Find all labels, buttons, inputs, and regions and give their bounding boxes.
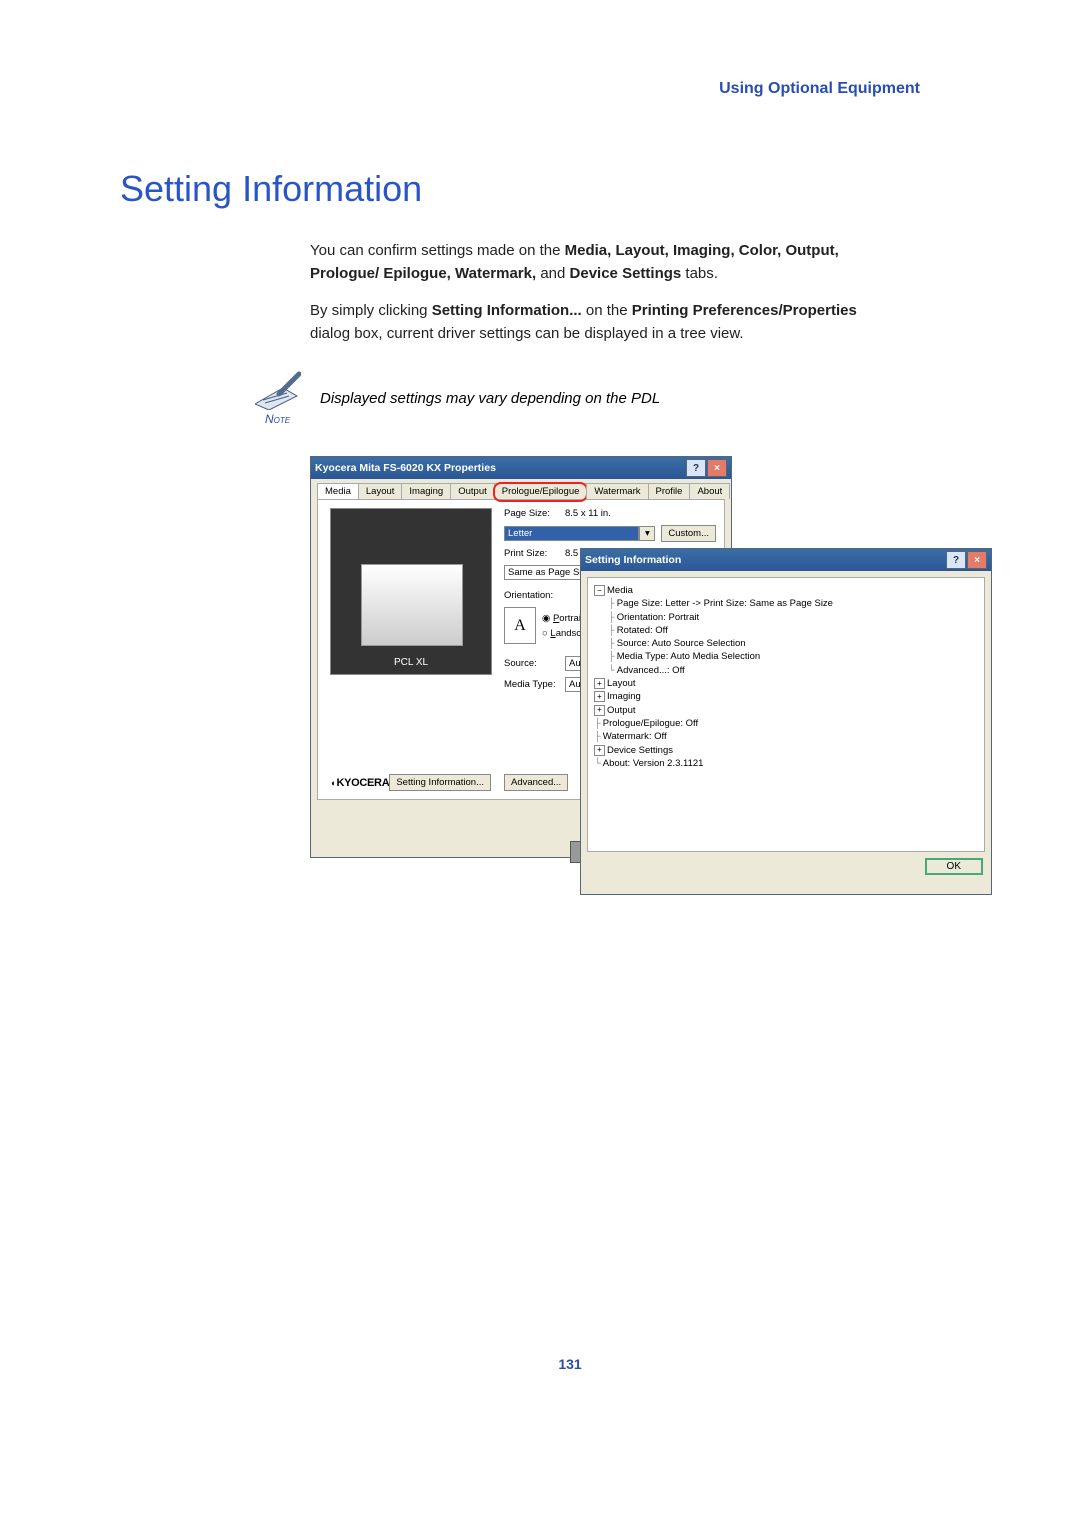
note-icon: [255, 370, 301, 410]
tree-view: −Media ├Page Size: Letter -> Print Size:…: [587, 577, 985, 852]
close-icon[interactable]: ×: [707, 459, 727, 477]
bold: Device Settings: [570, 265, 682, 282]
help-icon[interactable]: ?: [946, 551, 966, 569]
tree-leaf: Page Size: Letter -> Print Size: Same as…: [617, 597, 833, 610]
dropdown-arrow-icon[interactable]: ▾: [639, 526, 655, 541]
tab-layout[interactable]: Layout: [358, 483, 403, 499]
page-size-label: Page Size:: [504, 508, 559, 519]
paragraph-2: By simply clicking Setting Information..…: [310, 300, 900, 345]
tree-leaf: Source: Auto Source Selection: [617, 637, 746, 650]
tree-node-layout[interactable]: Layout: [607, 677, 636, 690]
tree-node-imaging[interactable]: Imaging: [607, 690, 641, 703]
pcl-label: PCL XL: [331, 657, 491, 668]
tree-leaf: Orientation: Portrait: [617, 611, 699, 624]
dialog-title: Setting Information: [585, 554, 681, 566]
page-title: Setting Information: [120, 168, 960, 210]
tree-node-media[interactable]: Media: [607, 584, 633, 597]
setting-information-button[interactable]: Setting Information...: [389, 774, 491, 791]
bold: Setting Information...: [432, 302, 582, 319]
tree-node-output[interactable]: Output: [607, 704, 636, 717]
text: on the: [586, 302, 632, 319]
tree-leaf: Advanced...: Off: [617, 664, 685, 677]
tab-watermark[interactable]: Watermark: [586, 483, 648, 499]
help-icon[interactable]: ?: [686, 459, 706, 477]
text: dialog box, current driver settings can …: [310, 325, 744, 342]
media-type-label: Media Type:: [504, 679, 559, 690]
tab-prologue[interactable]: Prologue/Epilogue: [494, 483, 588, 499]
close-icon[interactable]: ×: [967, 551, 987, 569]
tab-output[interactable]: Output: [450, 483, 495, 499]
page-number: 131: [180, 1356, 960, 1372]
tree-leaf: Watermark: Off: [603, 730, 667, 743]
page-size-dim: 8.5 x 11 in.: [565, 508, 620, 519]
expand-icon[interactable]: +: [594, 678, 605, 689]
tab-media[interactable]: Media: [317, 483, 359, 499]
brand-logo: ◐KYOCERA: [331, 777, 389, 789]
section-header: Using Optional Equipment: [180, 80, 920, 98]
tab-profile[interactable]: Profile: [648, 483, 691, 499]
text: and: [540, 265, 569, 282]
text: tabs.: [685, 265, 718, 282]
tab-about[interactable]: About: [689, 483, 730, 499]
ok-button[interactable]: OK: [925, 858, 983, 875]
paragraph-1: You can confirm settings made on the Med…: [310, 240, 900, 285]
expand-icon[interactable]: +: [594, 705, 605, 716]
advanced-button[interactable]: Advanced...: [504, 774, 568, 791]
collapse-icon[interactable]: −: [594, 585, 605, 596]
printer-preview: PCL XL: [330, 508, 492, 675]
page-size-dropdown[interactable]: Letter: [504, 526, 639, 541]
tab-imaging[interactable]: Imaging: [401, 483, 451, 499]
orientation-preview: A: [504, 607, 536, 644]
print-size-label: Print Size:: [504, 548, 559, 559]
source-label: Source:: [504, 658, 559, 669]
note-label: Note: [265, 412, 290, 426]
dialog-title: Kyocera Mita FS-6020 KX Properties: [315, 462, 496, 474]
expand-icon[interactable]: +: [594, 745, 605, 756]
tree-leaf: About: Version 2.3.1121: [603, 757, 704, 770]
text: You can confirm settings made on the: [310, 242, 565, 259]
text: By simply clicking: [310, 302, 432, 319]
tree-leaf: Prologue/Epilogue: Off: [603, 717, 698, 730]
tree-node-device[interactable]: Device Settings: [607, 744, 673, 757]
note-text: Displayed settings may vary depending on…: [320, 390, 660, 407]
tree-leaf: Media Type: Auto Media Selection: [617, 650, 760, 663]
setting-information-dialog: Setting Information ? × −Media ├Page Siz…: [580, 548, 992, 895]
tree-leaf: Rotated: Off: [617, 624, 668, 637]
bold: Printing Preferences/Properties: [632, 302, 857, 319]
custom-button[interactable]: Custom...: [661, 525, 716, 542]
expand-icon[interactable]: +: [594, 691, 605, 702]
